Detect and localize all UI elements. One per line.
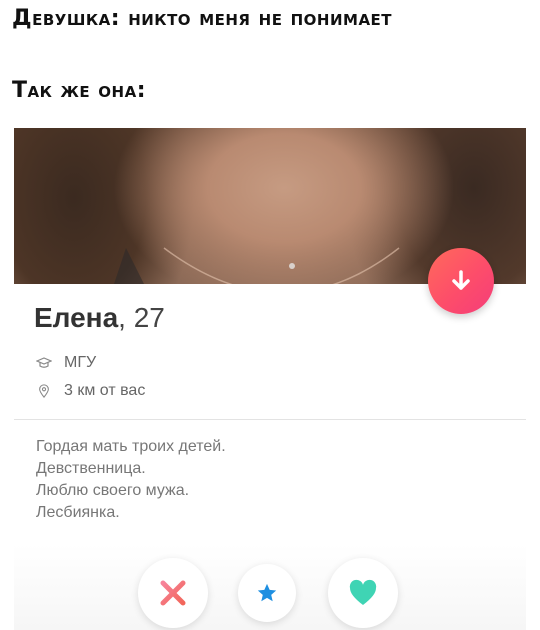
distance-row: 3 км от вас	[36, 382, 145, 400]
superlike-button[interactable]	[238, 564, 296, 622]
profile-bio: Гордая мать троих детей. Девственница. Л…	[36, 436, 226, 524]
profile-info: Елена, 27 МГУ 3 км от вас Гордая мать тр…	[14, 284, 526, 630]
distance-label: 3 км от вас	[64, 382, 146, 399]
bio-line: Люблю своего мужа.	[36, 482, 190, 499]
graduation-cap-icon	[36, 357, 52, 368]
school-row: МГУ	[36, 354, 96, 372]
info-toggle-button[interactable]	[428, 248, 494, 314]
profile-name: Елена	[34, 302, 119, 333]
name-age-heading: Елена, 27	[34, 302, 165, 334]
location-pin-icon	[39, 384, 49, 398]
arrow-down-icon	[452, 270, 470, 290]
profile-age: , 27	[118, 302, 165, 333]
profile-card: Елена, 27 МГУ 3 км от вас Гордая мать тр…	[14, 128, 526, 630]
section-divider	[14, 419, 526, 420]
bio-line: Гордая мать троих детей.	[36, 438, 226, 455]
nope-button[interactable]	[138, 558, 208, 628]
meme-caption-top: Девушка: никто меня не понимает	[12, 6, 393, 31]
like-button[interactable]	[328, 558, 398, 628]
x-icon	[160, 580, 186, 606]
heart-icon	[349, 579, 377, 605]
bio-line: Лесбиянка.	[36, 504, 120, 521]
meme-caption-bottom: Так же она:	[12, 78, 147, 103]
star-icon	[257, 583, 277, 602]
school-label: МГУ	[64, 354, 97, 371]
bio-line: Девственница.	[36, 460, 146, 477]
